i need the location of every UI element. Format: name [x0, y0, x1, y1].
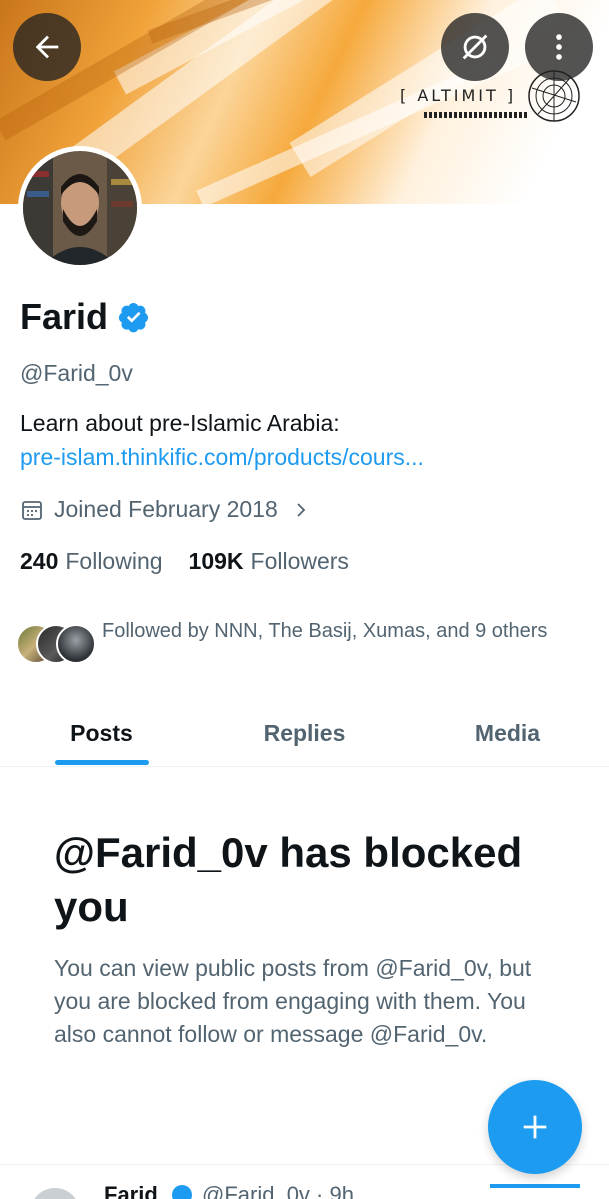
post-author-handle: @Farid_0v · 9h	[202, 1182, 354, 1199]
more-vertical-icon	[556, 34, 562, 60]
banner-brand-text: [ ALTIMIT ]	[400, 86, 517, 105]
profile-bio: Learn about pre-Islamic Arabia:	[20, 410, 340, 436]
followers-label: Followers	[250, 548, 349, 574]
joined-date-row[interactable]: Joined February 2018	[20, 496, 310, 523]
profile-handle: @Farid_0v	[20, 360, 133, 386]
tab-media[interactable]: Media	[406, 700, 609, 766]
chevron-right-icon	[297, 502, 306, 517]
avatar-image	[23, 151, 137, 265]
follow-stats: 240 Following 109K Followers	[20, 548, 349, 575]
following-label: Following	[65, 548, 163, 574]
followers-count: 109K	[188, 548, 244, 574]
profile-link[interactable]: pre-islam.thinkific.com/products/cours..…	[20, 444, 424, 471]
following-stat[interactable]: 240 Following	[20, 548, 163, 575]
blocked-title: @Farid_0v has blocked you	[54, 829, 523, 930]
joined-date-text: Joined February 2018	[54, 496, 278, 522]
verified-badge-icon[interactable]	[118, 301, 150, 333]
calendar-icon	[22, 500, 42, 520]
banner-brand-bars	[424, 112, 528, 118]
grok-icon[interactable]	[490, 1184, 580, 1199]
follower-avatar	[56, 624, 96, 664]
profile-name: Farid	[20, 296, 109, 337]
plus-icon	[523, 1115, 547, 1139]
active-tab-indicator	[55, 760, 149, 765]
post-author-name: Farid	[104, 1182, 158, 1199]
following-count: 240	[20, 548, 59, 574]
profile-tabs: Posts Replies Media	[0, 700, 609, 767]
back-button[interactable]	[13, 13, 81, 81]
tab-replies[interactable]: Replies	[203, 700, 406, 766]
post-preview[interactable]: Farid @Farid_0v · 9h	[0, 1170, 609, 1199]
arrow-left-icon	[35, 35, 59, 59]
hide-content-button[interactable]	[441, 13, 509, 81]
tab-posts[interactable]: Posts	[0, 700, 203, 766]
blocked-message: You can view public posts from @Farid_0v…	[54, 955, 532, 1047]
post-avatar[interactable]	[30, 1188, 80, 1199]
banner-logo-icon	[528, 70, 580, 122]
compose-post-button[interactable]	[488, 1080, 582, 1174]
profile-name-row: Farid	[20, 296, 150, 338]
post-verified-icon	[172, 1185, 192, 1199]
slashed-circle-icon	[462, 34, 488, 60]
followed-by-text: Followed by NNN, The Basij, Xumas, and 9…	[102, 620, 548, 642]
followers-stat[interactable]: 109K Followers	[189, 548, 349, 575]
profile-avatar[interactable]	[18, 146, 142, 270]
